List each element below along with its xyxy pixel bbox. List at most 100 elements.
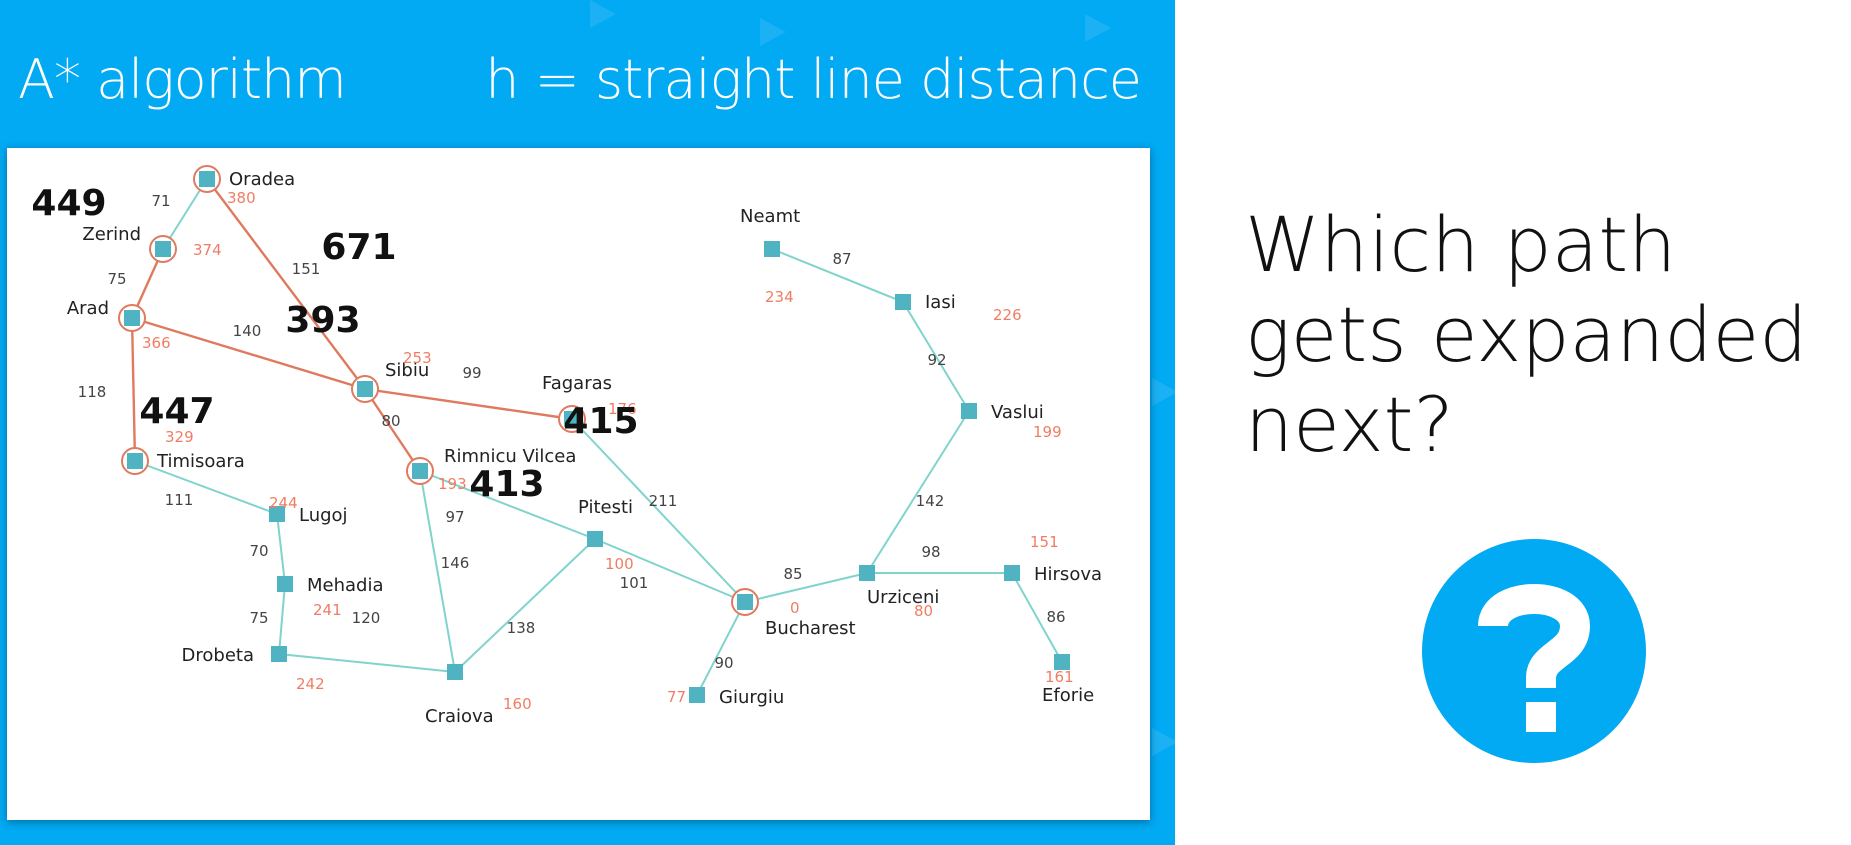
f-cost-oradea: 671 bbox=[321, 227, 396, 268]
heuristic-value-giurgiu: 77 bbox=[667, 688, 686, 706]
heuristic-value-lugoj: 244 bbox=[269, 494, 298, 512]
road-distance-label: 142 bbox=[916, 492, 945, 510]
city-node-rimnicu bbox=[412, 463, 428, 479]
f-cost-sibiu: 393 bbox=[285, 300, 360, 341]
road-distance-label: 118 bbox=[78, 383, 107, 401]
city-name-timisoara: Timisoara bbox=[156, 451, 245, 472]
road-distance-label: 71 bbox=[151, 192, 170, 210]
city-name-hirsova: Hirsova bbox=[1034, 564, 1102, 585]
heuristic-value-bucharest: 0 bbox=[790, 599, 800, 617]
city-name-neamt: Neamt bbox=[740, 206, 800, 227]
f-cost-rimnicu: 413 bbox=[469, 464, 544, 505]
city-node-neamt bbox=[764, 241, 780, 257]
f-cost-timisoara: 447 bbox=[139, 391, 214, 432]
city-node-pitesti bbox=[587, 531, 603, 547]
road-bucharest-urziceni bbox=[744, 572, 868, 603]
road-distance-label: 111 bbox=[165, 491, 194, 509]
road-mehadia-drobeta bbox=[278, 583, 286, 655]
city-name-craiova: Craiova bbox=[425, 706, 494, 727]
city-name-iasi: Iasi bbox=[925, 292, 956, 313]
road-sibiu-rimnicu bbox=[364, 388, 421, 472]
road-drobeta-craiova bbox=[278, 653, 456, 673]
romania-map-card: 71 75 151 140 118 99 80 111 70 75 120 146 97 138 211 10… bbox=[7, 148, 1150, 820]
road-distance-label: 138 bbox=[507, 619, 536, 637]
road-arad-timisoara bbox=[130, 317, 137, 462]
city-node-timisoara bbox=[127, 453, 143, 469]
slide-title: A* algorithm bbox=[18, 48, 347, 111]
city-name-bucharest: Bucharest bbox=[765, 618, 856, 639]
road-lugoj-mehadia bbox=[276, 513, 286, 585]
city-name-pitesti: Pitesti bbox=[578, 497, 633, 518]
city-node-bucharest bbox=[737, 594, 753, 610]
city-node-drobeta bbox=[271, 646, 287, 662]
heuristic-value-rimnicu: 193 bbox=[438, 475, 467, 493]
heuristic-value-craiova: 160 bbox=[503, 695, 532, 713]
city-node-iasi bbox=[895, 294, 911, 310]
heuristic-value-iasi: 226 bbox=[993, 306, 1022, 324]
road-distance-label: 86 bbox=[1046, 608, 1065, 626]
road-distance-label: 151 bbox=[292, 260, 321, 278]
road-distance-label: 75 bbox=[107, 270, 126, 288]
heuristic-value-oradea: 380 bbox=[227, 189, 256, 207]
road-distance-label: 99 bbox=[462, 364, 481, 382]
heuristic-value-vaslui: 199 bbox=[1033, 423, 1062, 441]
city-node-mehadia bbox=[277, 576, 293, 592]
heuristic-value-urziceni: 80 bbox=[914, 602, 933, 620]
city-node-hirsova bbox=[1004, 565, 1020, 581]
f-cost-zerind: 449 bbox=[31, 183, 106, 224]
city-node-vaslui bbox=[961, 403, 977, 419]
road-distance-label: 87 bbox=[832, 250, 851, 268]
heuristic-value-hirsova: 151 bbox=[1030, 533, 1059, 551]
road-distance-label: 97 bbox=[445, 508, 464, 526]
road-distance-label: 120 bbox=[352, 609, 381, 627]
road-distance-label: 101 bbox=[620, 574, 649, 592]
road-distance-label: 98 bbox=[921, 543, 940, 561]
road-distance-label: 75 bbox=[249, 609, 268, 627]
road-craiova-pitesti bbox=[454, 538, 596, 673]
city-name-lugoj: Lugoj bbox=[299, 505, 348, 526]
heuristic-value-sibiu: 253 bbox=[403, 349, 432, 367]
city-name-drobeta: Drobeta bbox=[182, 645, 254, 666]
road-distance-label: 90 bbox=[714, 654, 733, 672]
city-node-arad bbox=[124, 310, 140, 326]
road-distance-label: 80 bbox=[381, 412, 400, 430]
city-node-urziceni bbox=[859, 565, 875, 581]
city-name-giurgiu: Giurgiu bbox=[719, 687, 784, 708]
heuristic-value-mehadia: 241 bbox=[313, 601, 342, 619]
background-triangle-decoration bbox=[1152, 378, 1178, 406]
road-distance-label: 140 bbox=[233, 322, 262, 340]
city-node-giurgiu bbox=[689, 687, 705, 703]
city-name-oradea: Oradea bbox=[229, 169, 295, 190]
question-text: Which path gets expanded next? bbox=[1245, 200, 1808, 469]
background-triangle-decoration bbox=[760, 18, 786, 46]
road-distance-label: 92 bbox=[927, 351, 946, 369]
road-bucharest-giurgiu bbox=[696, 601, 746, 696]
heuristic-value-pitesti: 100 bbox=[605, 555, 634, 573]
heuristic-value-drobeta: 242 bbox=[296, 675, 325, 693]
city-node-craiova bbox=[447, 664, 463, 680]
road-distance-label: 85 bbox=[783, 565, 802, 583]
romania-road-map: 71 75 151 140 118 99 80 111 70 75 120 146 97 138 211 10… bbox=[31, 165, 1102, 727]
slide-blue-panel: A* algorithm h = straight line distance … bbox=[0, 0, 1178, 845]
city-node-zerind bbox=[155, 241, 171, 257]
heuristic-value-zerind: 374 bbox=[193, 241, 222, 259]
question-mark-circle-icon bbox=[1422, 539, 1646, 763]
f-cost-fagaras: 415 bbox=[563, 401, 638, 442]
background-triangle-decoration bbox=[1085, 14, 1111, 42]
heuristic-value-arad: 366 bbox=[142, 334, 171, 352]
background-triangle-decoration bbox=[590, 0, 616, 28]
road-distance-label: 70 bbox=[249, 542, 268, 560]
heuristic-value-eforie: 161 bbox=[1045, 668, 1074, 686]
city-name-vaslui: Vaslui bbox=[991, 402, 1044, 423]
city-name-arad: Arad bbox=[67, 298, 109, 319]
city-name-zerind: Zerind bbox=[82, 224, 141, 245]
city-node-oradea bbox=[199, 171, 215, 187]
city-name-eforie: Eforie bbox=[1042, 685, 1094, 706]
city-name-fagaras: Fagaras bbox=[542, 373, 612, 394]
background-triangle-decoration bbox=[1152, 728, 1178, 756]
heuristic-value-neamt: 234 bbox=[765, 288, 794, 306]
road-distance-label: 146 bbox=[441, 554, 470, 572]
slide-subtitle: h = straight line distance bbox=[485, 48, 1142, 111]
city-name-mehadia: Mehadia bbox=[307, 575, 384, 596]
road-distance-label: 211 bbox=[649, 492, 678, 510]
